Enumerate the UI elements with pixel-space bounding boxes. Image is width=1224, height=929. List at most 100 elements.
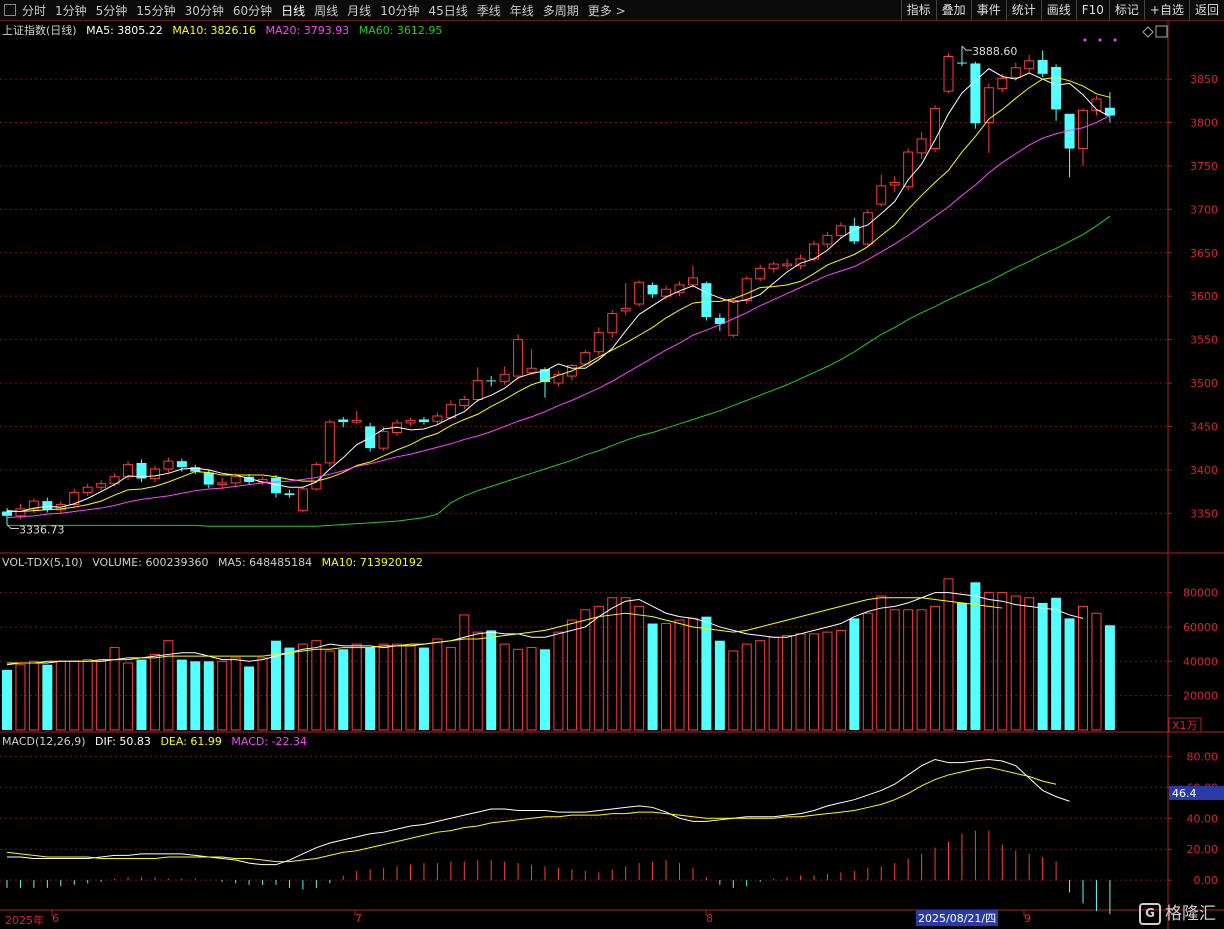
high-annotation: 3888.60 (972, 45, 1018, 58)
volume-bar (876, 595, 887, 731)
diamond-icon (1142, 26, 1154, 38)
volume-bar (392, 643, 403, 731)
volume-bar (540, 649, 550, 730)
volume-bar (445, 647, 456, 731)
candle (755, 267, 766, 280)
volume-bar (1078, 605, 1088, 731)
volume-bar (190, 661, 201, 730)
volume-bar (687, 617, 698, 731)
volume-bar (1024, 597, 1035, 731)
candle (163, 460, 174, 470)
candle (647, 284, 658, 295)
candle (96, 483, 107, 488)
y-tick-label: 40.00 (1187, 812, 1219, 825)
volume-bar (338, 649, 349, 730)
volume-bar (123, 662, 134, 731)
candle (728, 300, 739, 336)
volume-bar (553, 631, 564, 731)
low-annotation: 3336.73 (19, 524, 65, 537)
volume-bar (903, 609, 914, 731)
volume-bar (365, 647, 376, 730)
candle (903, 151, 914, 188)
candle (378, 431, 389, 449)
indicator-dot (1083, 38, 1087, 42)
candle (1037, 59, 1048, 74)
y-tick-label: 40000 (1183, 655, 1218, 668)
y-tick-label: 3750 (1190, 160, 1218, 173)
candle (123, 464, 134, 478)
candle (284, 493, 295, 496)
volume-bar (728, 650, 739, 731)
volume-bar (916, 609, 927, 731)
volume-bar (284, 647, 295, 730)
candle (1051, 66, 1062, 110)
volume-bar (42, 664, 53, 730)
cursor-date-label: 2025/08/21/四 (916, 910, 999, 926)
y-tick-label: 3450 (1190, 420, 1218, 433)
candle (203, 472, 214, 485)
settings-box-icon (1155, 25, 1168, 38)
stock-chart[interactable]: 3350 3400 3450 3500 3550 3600 3650 3700 3750 3800… (0, 0, 1224, 929)
volume-bar (956, 602, 967, 730)
high-marker (961, 45, 972, 51)
candle (997, 77, 1008, 90)
volume-bar (889, 609, 900, 731)
candle (634, 281, 645, 305)
indicator-dot (1098, 38, 1102, 42)
date-month-9: 9 (1024, 912, 1031, 925)
candle (943, 55, 954, 92)
candle (351, 419, 362, 423)
candle (835, 225, 846, 236)
candle (701, 283, 712, 318)
candle (432, 415, 443, 422)
volume-bar (472, 631, 483, 731)
candle (593, 332, 604, 353)
volume-bar (755, 640, 766, 731)
y-tick-label: 0.00 (1194, 874, 1219, 887)
candle (42, 501, 53, 510)
candle (956, 62, 967, 64)
candle (526, 367, 537, 374)
candle (15, 508, 26, 517)
y-tick-label: 3700 (1190, 203, 1218, 216)
date-month-8: 8 (706, 912, 713, 925)
candle (580, 352, 591, 365)
y-tick-label: 3350 (1190, 507, 1218, 520)
volume-bar (15, 664, 26, 731)
candle (674, 284, 685, 294)
y-tick-label: 80000 (1183, 587, 1218, 600)
candle (297, 488, 308, 512)
y-tick-label: 3850 (1190, 73, 1218, 86)
candle (687, 277, 698, 286)
volume-bar (593, 605, 604, 731)
volume-bar (647, 623, 658, 730)
candle (970, 63, 981, 124)
y-tick-label: 3600 (1190, 290, 1218, 303)
volume-bar (634, 605, 645, 731)
ma-line-ma20 (6, 115, 1111, 519)
volume-bar (2, 669, 12, 730)
volume-bar (674, 619, 685, 731)
volume-bar (136, 659, 147, 730)
volume-bar (499, 643, 510, 731)
candle (607, 313, 618, 334)
volume-bar (566, 619, 577, 731)
volume-bar (1091, 612, 1102, 731)
volume-bar (1064, 618, 1075, 730)
candle (486, 380, 497, 382)
date-year-label: 2025年 (5, 914, 44, 927)
volume-bar (661, 623, 672, 731)
volume-bar (378, 643, 389, 731)
candle (741, 278, 752, 302)
volume-bar (311, 640, 322, 731)
y-tick-label: 80.00 (1187, 750, 1219, 763)
volume-bar (297, 643, 308, 731)
y-tick-label: 3650 (1190, 247, 1218, 260)
candle (176, 461, 187, 468)
volume-bar (230, 657, 241, 731)
candle (1010, 67, 1021, 78)
volume-bar (1037, 602, 1048, 730)
y-tick-label: 3550 (1190, 334, 1218, 347)
candle (324, 421, 335, 464)
candle (889, 181, 900, 186)
